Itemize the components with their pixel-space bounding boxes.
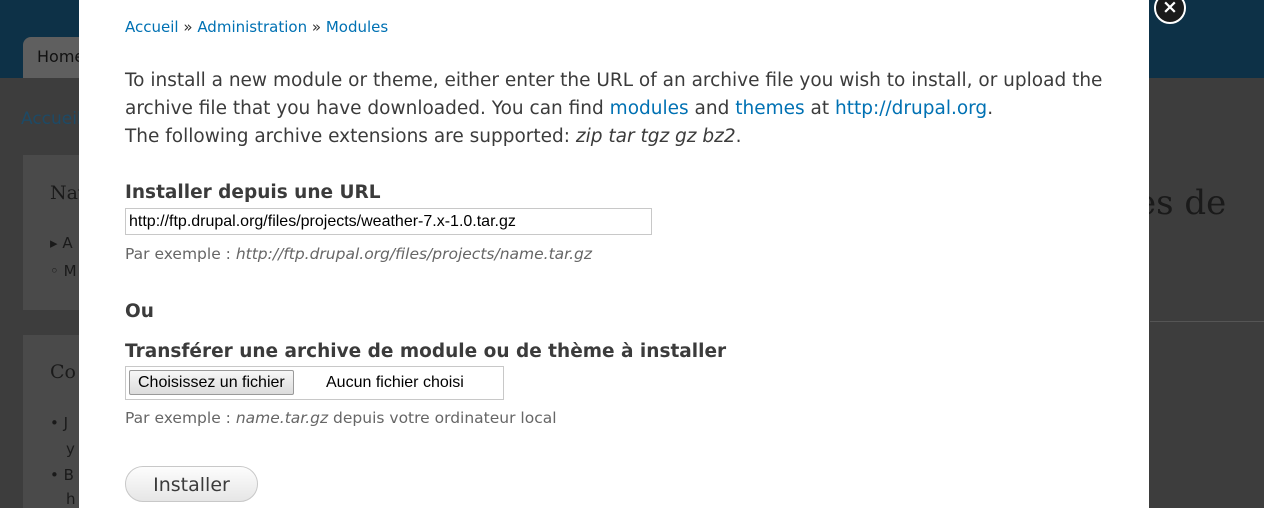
background-list-item: ◦ M <box>50 262 77 280</box>
breadcrumb-separator: » <box>183 18 193 36</box>
themes-link[interactable]: themes <box>735 98 804 119</box>
drupal-org-link[interactable]: http://drupal.org <box>835 98 987 119</box>
choose-file-button[interactable]: Choisissez un fichier <box>129 370 294 395</box>
background-list-item: ▸ A <box>50 234 73 252</box>
background-block-navigation <box>23 155 83 310</box>
breadcrumb-accueil[interactable]: Accueil <box>125 18 179 36</box>
url-field-description: Par exemple : http://ftp.drupal.org/file… <box>125 245 593 263</box>
background-block2-title: Co <box>50 361 76 383</box>
intro-text: To install a new module or theme, either… <box>125 70 1103 147</box>
breadcrumb-separator: » <box>311 18 322 36</box>
url-input[interactable] <box>125 208 652 235</box>
upload-field-description: Par exemple : name.tar.gz depuis votre o… <box>125 409 557 427</box>
file-upload-field[interactable]: Choisissez un fichier Aucun fichier choi… <box>125 366 504 400</box>
background-list-item: h <box>66 490 76 508</box>
upload-field-label: Transférer une archive de module ou de t… <box>125 341 727 362</box>
background-breadcrumb: Accueil <box>21 109 82 129</box>
breadcrumb-administration[interactable]: Administration <box>197 18 307 36</box>
install-button[interactable]: Installer <box>125 466 258 502</box>
url-field-label: Installer depuis une URL <box>125 182 381 203</box>
file-status-text: Aucun fichier choisi <box>326 374 464 391</box>
modal-breadcrumb: Accueil » Administration » Modules <box>125 18 388 36</box>
background-divider <box>1150 321 1264 322</box>
background-list-item: • J <box>50 414 69 432</box>
install-modal: Accueil » Administration » Modules To in… <box>79 0 1149 508</box>
background-page-title: es de <box>1136 183 1227 223</box>
modules-link[interactable]: modules <box>610 98 689 119</box>
background-tab-label: Home <box>37 47 85 66</box>
background-list-item: • B <box>50 466 74 484</box>
or-label: Ou <box>125 301 154 322</box>
background-list-item: y <box>66 440 75 458</box>
supported-extensions: zip tar tgz gz bz2 <box>575 126 736 147</box>
breadcrumb-modules[interactable]: Modules <box>326 18 388 36</box>
